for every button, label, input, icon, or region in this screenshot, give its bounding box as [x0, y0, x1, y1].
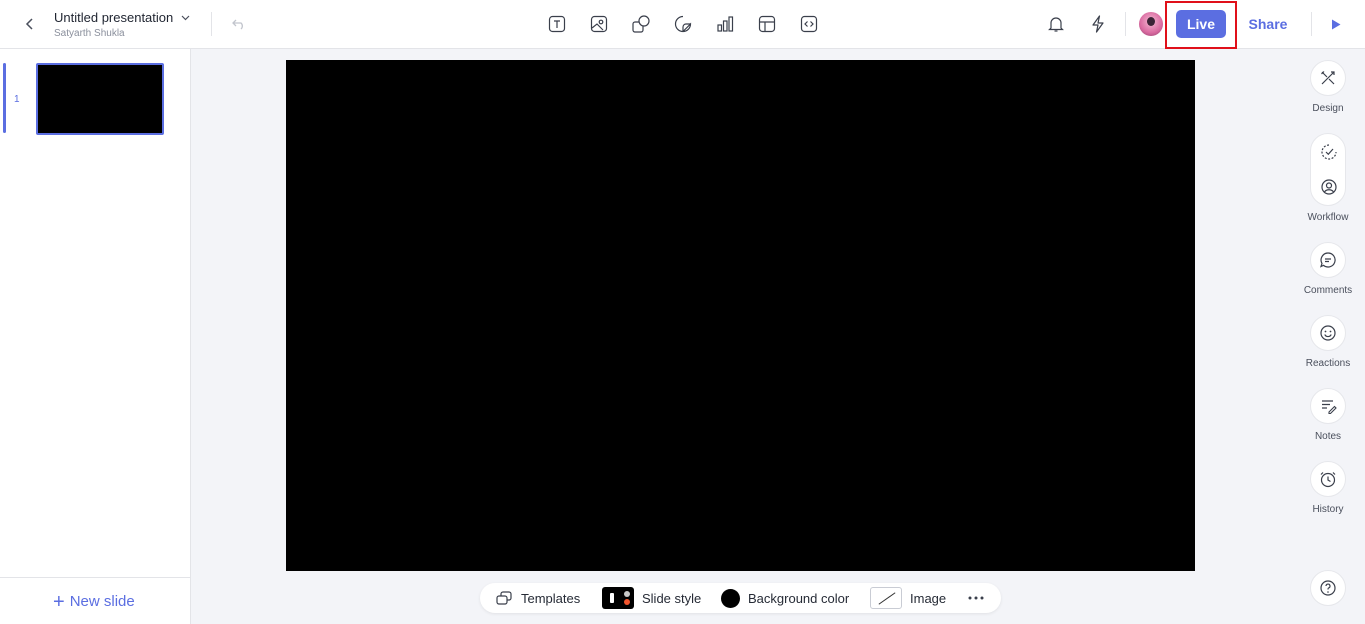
- presentation-title-dropdown[interactable]: Untitled presentation: [54, 10, 190, 25]
- history-icon: [1320, 472, 1336, 488]
- slide-panel-footer: + New slide: [0, 577, 190, 624]
- design-label: Design: [1312, 103, 1344, 114]
- chart-icon[interactable]: [713, 12, 737, 36]
- back-icon[interactable]: [20, 14, 40, 34]
- slide-thumbnail[interactable]: [36, 63, 164, 135]
- divider: [1125, 12, 1126, 36]
- image-placeholder-icon: [870, 587, 902, 609]
- plus-icon: +: [53, 590, 65, 613]
- background-color-button[interactable]: Background color: [721, 583, 849, 613]
- divider: [1311, 12, 1312, 36]
- templates-label: Templates: [521, 590, 581, 606]
- design-button[interactable]: [1310, 60, 1346, 96]
- text-icon[interactable]: [545, 12, 569, 36]
- smiley-icon: [1320, 325, 1336, 341]
- slide-number: 1: [14, 94, 20, 105]
- background-color-label: Background color: [748, 590, 850, 606]
- new-slide-button[interactable]: + New slide: [53, 590, 135, 613]
- help-icon[interactable]: [1310, 570, 1346, 606]
- notes-label: Notes: [1314, 431, 1342, 442]
- share-button[interactable]: Share: [1243, 14, 1293, 34]
- lightning-icon[interactable]: [1086, 12, 1110, 36]
- design-icon: [1321, 71, 1335, 85]
- title-block: Untitled presentation Satyarth Shukla: [54, 10, 190, 39]
- slide-canvas[interactable]: [286, 60, 1195, 571]
- slide-style-icon: [602, 587, 634, 609]
- comments-label: Comments: [1303, 285, 1353, 296]
- avatar[interactable]: [1139, 12, 1163, 36]
- image-button[interactable]: Image: [870, 583, 946, 613]
- comment-icon: [1319, 252, 1336, 268]
- workflow-group: [1310, 133, 1346, 206]
- table-icon[interactable]: [755, 12, 779, 36]
- background-color-swatch: [721, 588, 740, 608]
- presentation-owner: Satyarth Shukla: [54, 28, 125, 39]
- live-button[interactable]: Live: [1176, 10, 1226, 38]
- top-bar: Untitled presentation Satyarth Shukla Li…: [0, 0, 1365, 49]
- shape-icon[interactable]: [629, 12, 653, 36]
- templates-button[interactable]: Templates: [495, 583, 580, 613]
- chevron-down-icon: [181, 15, 190, 20]
- new-slide-label: New slide: [69, 593, 135, 610]
- slide-panel: 1 + New slide: [0, 49, 191, 624]
- image-label: Image: [910, 590, 947, 606]
- slide-toolbar: Templates Slide style Background color I…: [480, 583, 1001, 613]
- image-icon[interactable]: [587, 12, 611, 36]
- embed-icon[interactable]: [797, 12, 821, 36]
- history-label: History: [1312, 504, 1344, 515]
- templates-icon: [496, 591, 512, 605]
- undo-icon[interactable]: [229, 14, 249, 34]
- sticker-icon[interactable]: [671, 12, 695, 36]
- reactions-button[interactable]: [1310, 315, 1346, 351]
- divider: [211, 12, 212, 36]
- notes-button[interactable]: [1310, 388, 1346, 424]
- bell-icon[interactable]: [1044, 12, 1068, 36]
- play-icon[interactable]: [1326, 14, 1346, 34]
- slide-style-label: Slide style: [642, 590, 702, 606]
- more-options-icon[interactable]: [968, 583, 984, 613]
- notes-icon: [1322, 400, 1337, 415]
- slide-thumbnail-row[interactable]: 1: [0, 61, 190, 135]
- comments-button[interactable]: [1310, 242, 1346, 278]
- workflow-label: Workflow: [1307, 212, 1349, 223]
- reactions-label: Reactions: [1305, 358, 1351, 369]
- active-slide-indicator: [3, 63, 6, 133]
- history-button[interactable]: [1310, 461, 1346, 497]
- presentation-title: Untitled presentation: [54, 10, 174, 25]
- slide-style-button[interactable]: Slide style: [602, 583, 701, 613]
- user-circle-icon[interactable]: [1319, 177, 1339, 197]
- checklist-icon[interactable]: [1319, 142, 1339, 162]
